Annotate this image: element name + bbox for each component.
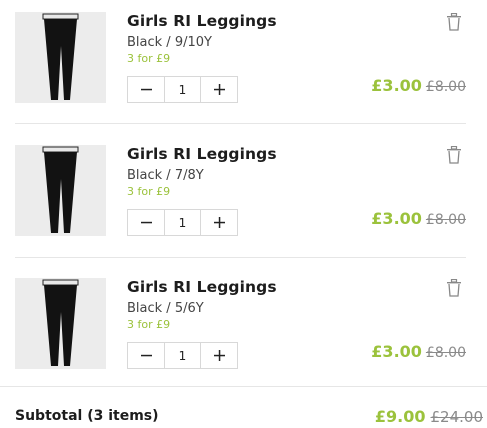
leggings-image[interactable] bbox=[15, 278, 106, 369]
item-price: £3.00 £8.00 bbox=[371, 209, 466, 228]
product-name[interactable]: Girls RI Leggings bbox=[127, 278, 277, 296]
increase-quantity-button[interactable] bbox=[201, 343, 237, 368]
leggings-icon bbox=[15, 145, 106, 236]
subtotal-price: £9.00 £24.00 bbox=[375, 407, 483, 426]
subtotal-label: Subtotal (3 items) bbox=[15, 408, 159, 424]
divider bbox=[15, 123, 466, 124]
original-price: £8.00 bbox=[425, 79, 466, 95]
minus-icon bbox=[140, 354, 152, 357]
promo-label: 3 for £9 bbox=[127, 318, 171, 331]
cart-item: Girls RI Leggings Black / 7/8Y 3 for £9 … bbox=[15, 134, 466, 258]
product-variant: Black / 5/6Y bbox=[127, 301, 204, 316]
leggings-image[interactable] bbox=[15, 145, 106, 236]
cart-item: Girls RI Leggings Black / 9/10Y 3 for £9… bbox=[15, 1, 466, 125]
increase-quantity-button[interactable] bbox=[201, 77, 237, 102]
product-name[interactable]: Girls RI Leggings bbox=[127, 145, 277, 163]
sale-price: £3.00 bbox=[371, 342, 422, 361]
sale-price: £3.00 bbox=[371, 76, 422, 95]
remove-item-button[interactable] bbox=[446, 13, 462, 31]
quantity-stepper: 1 bbox=[127, 342, 238, 369]
subtotal-divider bbox=[0, 386, 487, 387]
decrease-quantity-button[interactable] bbox=[128, 77, 164, 102]
subtotal-sale-price: £9.00 bbox=[374, 407, 426, 426]
minus-icon bbox=[140, 221, 152, 224]
quantity-value[interactable]: 1 bbox=[164, 210, 201, 235]
promo-label: 3 for £9 bbox=[127, 185, 171, 198]
decrease-quantity-button[interactable] bbox=[128, 210, 164, 235]
quantity-stepper: 1 bbox=[127, 209, 238, 236]
leggings-icon bbox=[15, 278, 106, 369]
trash-icon bbox=[447, 146, 461, 164]
remove-item-button[interactable] bbox=[446, 279, 462, 297]
trash-icon bbox=[447, 279, 461, 297]
plus-icon bbox=[213, 84, 225, 95]
item-price: £3.00 £8.00 bbox=[371, 342, 466, 361]
plus-icon bbox=[213, 217, 225, 228]
cart-item: Girls RI Leggings Black / 5/6Y 3 for £9 … bbox=[15, 267, 466, 391]
increase-quantity-button[interactable] bbox=[201, 210, 237, 235]
remove-item-button[interactable] bbox=[446, 146, 462, 164]
product-variant: Black / 7/8Y bbox=[127, 168, 204, 183]
sale-price: £3.00 bbox=[371, 209, 422, 228]
leggings-icon bbox=[15, 12, 106, 103]
divider bbox=[15, 257, 466, 258]
plus-icon bbox=[213, 350, 225, 361]
subtotal-original-price: £24.00 bbox=[430, 408, 484, 426]
quantity-stepper: 1 bbox=[127, 76, 238, 103]
trash-icon bbox=[447, 13, 461, 31]
original-price: £8.00 bbox=[425, 212, 466, 228]
leggings-image[interactable] bbox=[15, 12, 106, 103]
decrease-quantity-button[interactable] bbox=[128, 343, 164, 368]
item-price: £3.00 £8.00 bbox=[371, 76, 466, 95]
promo-label: 3 for £9 bbox=[127, 52, 171, 65]
product-name[interactable]: Girls RI Leggings bbox=[127, 12, 277, 30]
minus-icon bbox=[140, 88, 152, 91]
quantity-value[interactable]: 1 bbox=[164, 77, 201, 102]
product-variant: Black / 9/10Y bbox=[127, 35, 212, 50]
original-price: £8.00 bbox=[425, 345, 466, 361]
quantity-value[interactable]: 1 bbox=[164, 343, 201, 368]
